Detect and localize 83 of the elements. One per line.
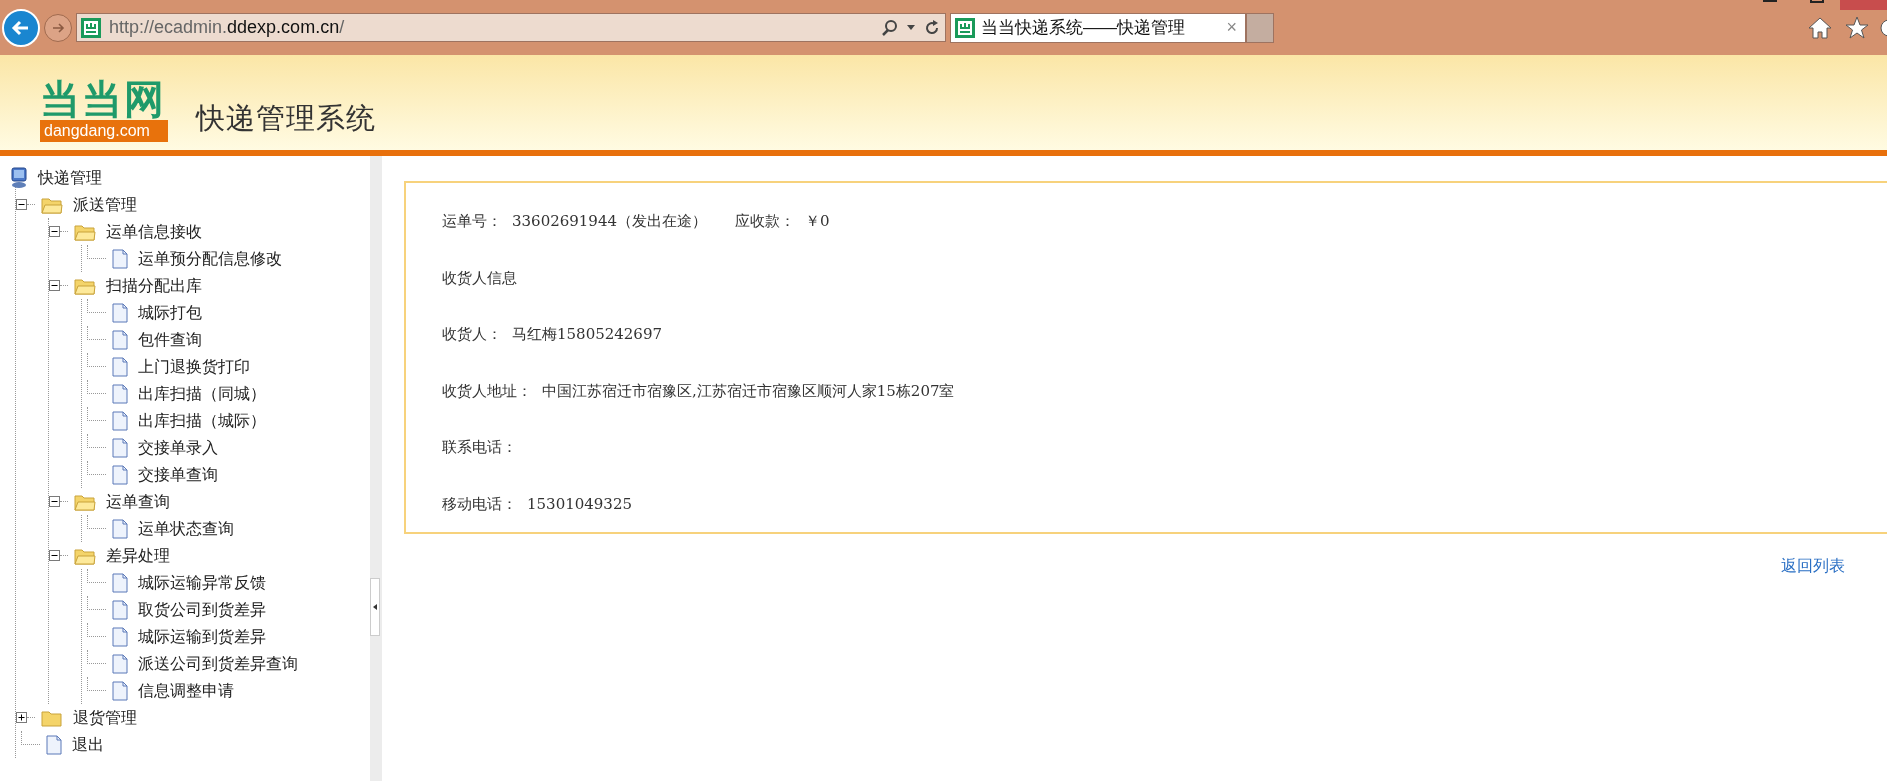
tree-item[interactable]: 扫描分配出库 <box>106 273 202 298</box>
tree-item[interactable]: 运单信息接收 <box>106 219 202 244</box>
collapse-toggle-icon[interactable] <box>49 280 60 291</box>
tree-item[interactable]: 出库扫描（同城） <box>138 381 266 406</box>
field-label: 收货人： <box>442 324 502 345</box>
expand-toggle-icon[interactable] <box>16 712 27 723</box>
back-button[interactable] <box>2 8 40 47</box>
splitter-handle[interactable] <box>370 578 380 636</box>
tree-item[interactable]: 派送公司到货差异查询 <box>138 651 298 676</box>
document-icon <box>112 572 128 593</box>
document-icon <box>112 437 128 458</box>
field-label: 应收款： <box>735 211 795 232</box>
tree-item[interactable]: 出库扫描（城际） <box>138 408 266 433</box>
document-icon <box>112 356 128 377</box>
document-icon <box>112 680 128 701</box>
collapse-toggle-icon[interactable] <box>49 550 60 561</box>
back-to-list-link[interactable]: 返回列表 <box>1781 554 1845 578</box>
home-icon[interactable] <box>1807 15 1833 40</box>
field-label: 收货人地址： <box>442 380 532 402</box>
system-title: 快递管理系统 <box>196 100 376 136</box>
tree-item[interactable]: 城际打包 <box>138 300 202 325</box>
site-logo-icon <box>81 17 101 38</box>
maximize-button[interactable] <box>1810 0 1824 3</box>
tree-item[interactable]: 运单状态查询 <box>138 516 234 541</box>
search-icon[interactable] <box>881 18 899 37</box>
collapse-toggle-icon[interactable] <box>49 496 60 507</box>
address-field[interactable]: http://ecadmin.ddexp.com.cn/ <box>76 13 946 42</box>
open-folder-icon <box>74 492 96 511</box>
open-folder-icon <box>74 276 96 295</box>
field-label: 移动电话： <box>442 493 517 515</box>
collapse-arrow-icon <box>373 604 377 610</box>
tree-item[interactable]: 取货公司到货差异 <box>138 597 266 622</box>
site-logo-icon <box>955 17 975 38</box>
caret-icon[interactable] <box>907 24 915 31</box>
document-icon <box>112 464 128 485</box>
field-label: 联系电话： <box>442 437 517 458</box>
open-folder-icon <box>74 546 96 565</box>
folder-icon <box>41 708 63 727</box>
document-icon <box>112 410 128 431</box>
field-value: 33602691944（发出在途） <box>512 211 707 232</box>
tree-item[interactable]: 上门退换货打印 <box>138 354 250 379</box>
tree-item[interactable]: 包件查询 <box>138 327 202 352</box>
open-folder-icon <box>74 222 96 241</box>
document-icon <box>112 383 128 404</box>
section-heading: 收货人信息 <box>442 267 517 289</box>
tree-item[interactable]: 城际运输异常反馈 <box>138 570 266 595</box>
browser-tab[interactable]: 当当快递系统——快递管理 × <box>950 12 1246 43</box>
field-value: ￥0 <box>805 211 830 232</box>
url-text: http://ecadmin.ddexp.com.cn/ <box>109 16 346 39</box>
tree-item[interactable]: 派送管理 <box>73 192 137 217</box>
collapse-toggle-icon[interactable] <box>16 199 27 210</box>
document-icon <box>46 734 62 755</box>
tree-item[interactable]: 运单预分配信息修改 <box>138 246 282 271</box>
star-icon[interactable] <box>1845 15 1869 40</box>
tree-item[interactable]: 交接单查询 <box>138 462 218 487</box>
collapse-toggle-icon[interactable] <box>49 226 60 237</box>
logo-text: 当当网 <box>40 78 166 120</box>
tree-item[interactable]: 快递管理 <box>38 165 102 190</box>
open-folder-icon <box>41 195 63 214</box>
field-value: 15301049325 <box>527 493 632 515</box>
tree-item[interactable]: 退货管理 <box>73 705 137 730</box>
tree-item[interactable]: 退出 <box>72 732 104 757</box>
document-icon <box>112 329 128 350</box>
computer-icon <box>10 166 28 189</box>
tree-item[interactable]: 差异处理 <box>106 543 170 568</box>
tab-title: 当当快递系统——快递管理 <box>981 16 1186 39</box>
document-icon <box>112 518 128 539</box>
tree-item[interactable]: 城际运输到货差异 <box>138 624 266 649</box>
document-icon <box>112 248 128 269</box>
document-icon <box>112 599 128 620</box>
document-icon <box>112 302 128 323</box>
tree-item[interactable]: 运单查询 <box>106 489 170 514</box>
document-icon <box>112 653 128 674</box>
right-arrow-icon <box>51 20 65 35</box>
close-tab-button[interactable]: × <box>1222 14 1241 41</box>
refresh-icon[interactable] <box>923 18 941 37</box>
logo-domain: dangdang.com <box>40 120 168 142</box>
field-label: 运单号： <box>442 211 502 232</box>
tree-item[interactable]: 交接单录入 <box>138 435 218 460</box>
field-value: 马红梅15805242697 <box>512 324 662 345</box>
field-value: 中国江苏宿迁市宿豫区,江苏宿迁市宿豫区顺河人家15栋207室 <box>542 380 955 402</box>
document-icon <box>112 626 128 647</box>
tree-item[interactable]: 信息调整申请 <box>138 678 234 703</box>
